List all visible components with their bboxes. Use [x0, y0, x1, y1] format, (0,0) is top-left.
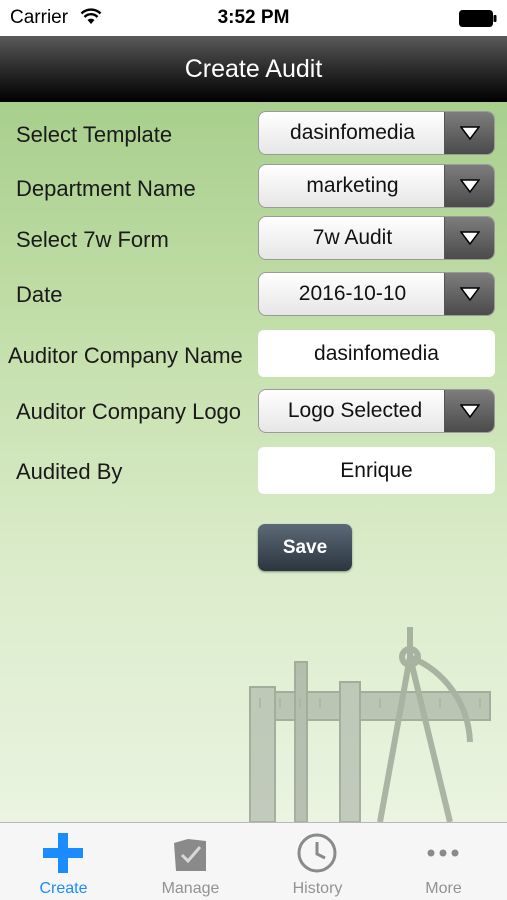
dropdown-arrow-button[interactable] [444, 165, 494, 207]
tab-more[interactable]: More [380, 823, 507, 900]
status-bar: Carrier 3:52 PM [0, 0, 507, 36]
select-7w-form-value: 7w Audit [312, 226, 393, 249]
tab-create-label: Create [39, 880, 88, 897]
chevron-down-icon [460, 287, 480, 302]
select-7w-form-dropdown[interactable]: 7w Audit [258, 216, 495, 260]
select-template-dropdown[interactable]: dasinfomedia [258, 111, 495, 155]
page-title: Create Audit [184, 55, 323, 83]
tab-create[interactable]: Create [0, 823, 127, 900]
auditor-company-logo-value: Logo Selected [287, 399, 423, 422]
chevron-down-icon [460, 179, 480, 194]
tab-manage-label: Manage [161, 880, 220, 897]
auditor-company-name-field[interactable]: dasinfomedia [258, 330, 495, 377]
navigation-bar: Create Audit [0, 36, 507, 102]
select-7w-form-label: Select 7w Form [16, 227, 169, 252]
more-dots-icon [427, 849, 459, 857]
tab-history-label: History [292, 880, 343, 897]
chevron-down-icon [460, 231, 480, 246]
dropdown-arrow-button[interactable] [444, 390, 494, 432]
plus-icon [43, 833, 83, 873]
department-name-dropdown[interactable]: marketing [258, 164, 495, 208]
chevron-down-icon [460, 404, 480, 419]
date-label: Date [16, 282, 63, 307]
dropdown-arrow-button[interactable] [444, 273, 494, 315]
date-value: 2016-10-10 [298, 282, 407, 305]
select-template-label: Select Template [16, 122, 173, 147]
auditor-company-name-label: Auditor Company Name [8, 343, 243, 368]
battery-icon [459, 10, 497, 27]
audited-by-label: Audited By [16, 459, 123, 484]
chevron-down-icon [460, 126, 480, 141]
date-dropdown[interactable]: 2016-10-10 [258, 272, 495, 316]
folder-check-icon [174, 839, 206, 871]
select-template-value: dasinfomedia [290, 121, 415, 144]
tab-manage[interactable]: Manage [127, 823, 254, 900]
drafting-tools-illustration [249, 627, 491, 822]
audited-by-field[interactable]: Enrique [258, 447, 495, 494]
tab-history[interactable]: History [254, 823, 381, 900]
auditor-company-logo-dropdown[interactable]: Logo Selected [258, 389, 495, 433]
create-audit-form: Select Template dasinfomedia Department … [0, 102, 507, 822]
tab-bar: Create Manage History More [0, 822, 507, 900]
auditor-company-logo-label: Auditor Company Logo [16, 399, 242, 424]
department-name-value: marketing [306, 174, 399, 197]
dropdown-arrow-button[interactable] [444, 112, 494, 154]
clock-icon [297, 833, 337, 873]
tab-more-label: More [425, 880, 462, 897]
save-button[interactable]: Save [258, 524, 352, 571]
dropdown-arrow-button[interactable] [444, 217, 494, 259]
department-name-label: Department Name [16, 176, 196, 201]
status-time: 3:52 PM [217, 7, 290, 28]
